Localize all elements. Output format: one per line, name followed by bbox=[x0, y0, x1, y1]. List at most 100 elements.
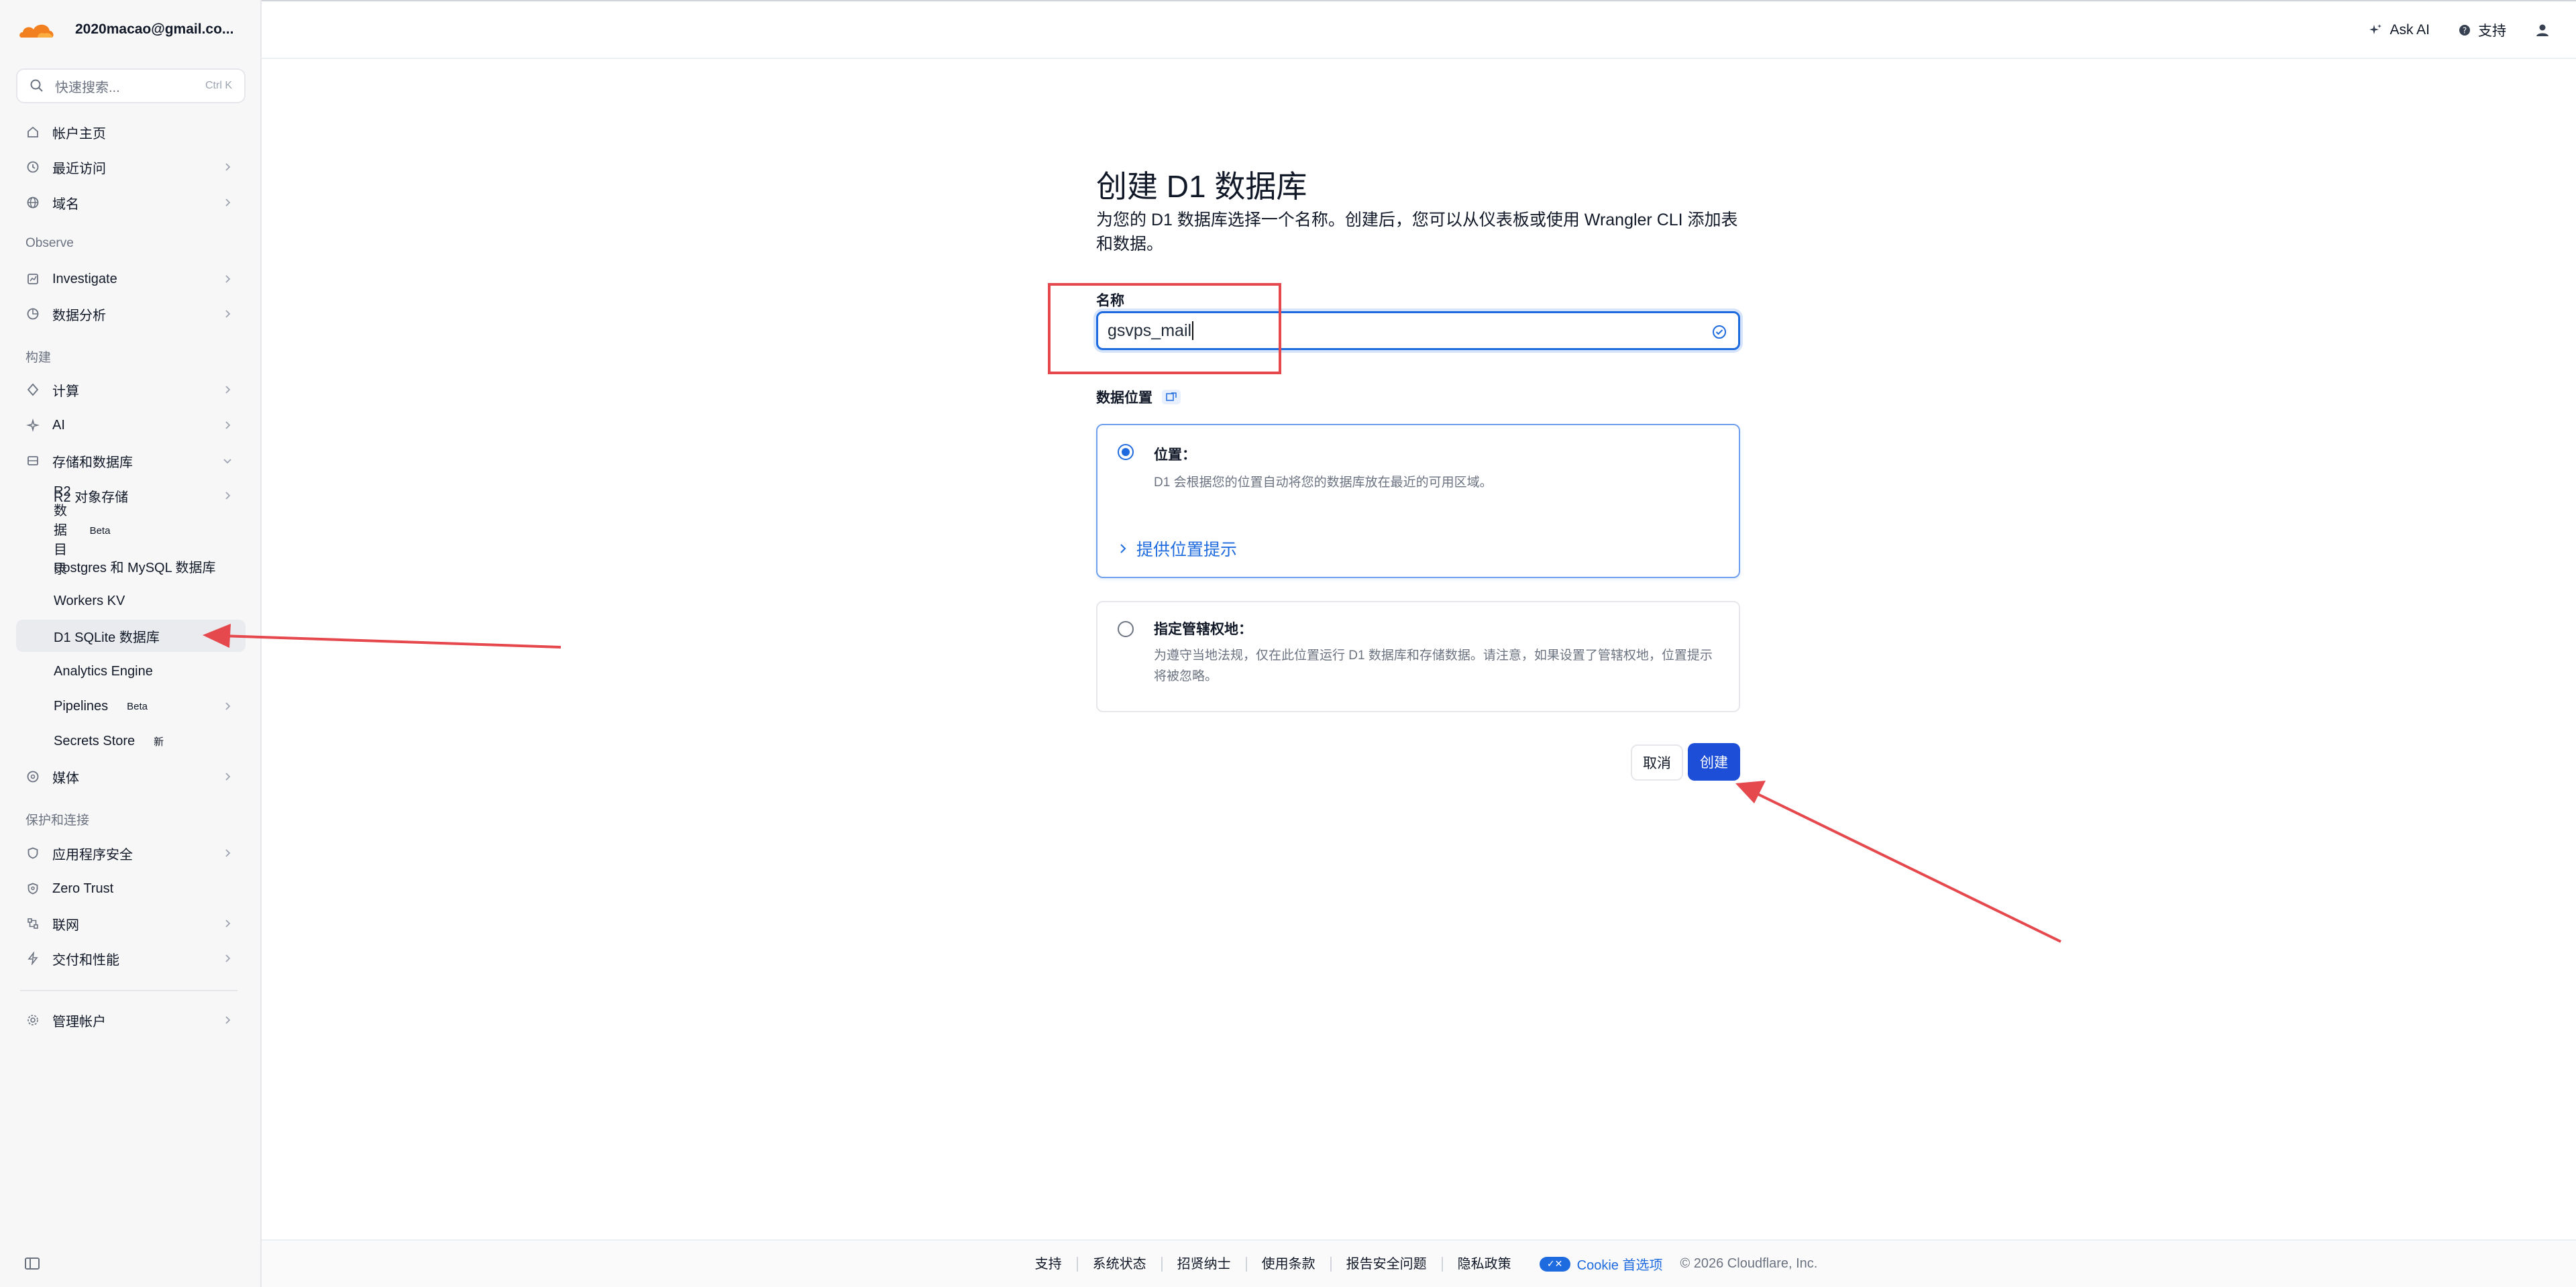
sidebar-item-label: Zero Trust bbox=[52, 881, 114, 896]
footer: 支持 系统状态 招贤纳士 使用条款 报告安全问题 隐私政策 ✓✕ Cookie … bbox=[262, 1239, 2576, 1287]
sidebar-item-label: Investigate bbox=[52, 271, 117, 286]
sidebar-item-r2-catalog[interactable]: R2 数据目录 Beta bbox=[16, 484, 246, 577]
sidebar-item-manage-account[interactable]: 管理帐户 bbox=[16, 1004, 246, 1036]
sidebar-item-label: 存储和数据库 bbox=[52, 455, 133, 470]
chevron-right-icon bbox=[225, 386, 231, 394]
sidebar-item-d1[interactable]: D1 SQLite 数据库 bbox=[16, 620, 246, 652]
sidebar-item-domains[interactable]: 域名 bbox=[16, 186, 246, 219]
sidebar-item-pipelines[interactable]: Pipelines Beta bbox=[16, 690, 246, 722]
footer-link-status[interactable]: 系统状态 bbox=[1078, 1256, 1163, 1272]
sidebar-item-media[interactable]: 媒体 bbox=[16, 761, 246, 793]
sidebar-item-analytics[interactable]: 数据分析 bbox=[16, 298, 246, 330]
sidebar-item-label: Postgres 和 MySQL 数据库 bbox=[54, 560, 216, 575]
sidebar-item-label: 数据分析 bbox=[52, 308, 106, 323]
chevron-right-icon bbox=[225, 492, 231, 500]
sidebar-item-label: 联网 bbox=[52, 917, 79, 933]
svg-text:?: ? bbox=[2463, 26, 2467, 36]
shield-icon bbox=[25, 846, 40, 860]
sidebar-item-zero-trust[interactable]: Zero Trust bbox=[16, 873, 246, 905]
sidebar-item-storage[interactable]: 存储和数据库 bbox=[16, 445, 246, 477]
create-button[interactable]: 创建 bbox=[1688, 743, 1740, 781]
user-avatar-icon[interactable] bbox=[2534, 22, 2551, 38]
chart-icon bbox=[25, 306, 40, 321]
search-input[interactable]: 快速搜索... Ctrl K bbox=[16, 68, 246, 103]
page-title: 创建 D1 数据库 bbox=[1096, 169, 1307, 204]
chevron-right-icon bbox=[225, 773, 231, 781]
chevron-right-icon bbox=[225, 1016, 231, 1024]
sidebar-item-app-security[interactable]: 应用程序安全 bbox=[16, 837, 246, 869]
footer-link-support[interactable]: 支持 bbox=[1020, 1256, 1078, 1272]
page-description: 为您的 D1 数据库选择一个名称。创建后，您可以从仪表板或使用 Wrangler… bbox=[1096, 211, 1738, 254]
jurisdiction-radio[interactable] bbox=[1118, 621, 1134, 637]
sidebar-item-ai[interactable]: AI bbox=[16, 409, 246, 441]
section-build: 构建 bbox=[25, 351, 52, 365]
sidebar-item-label: D1 SQLite 数据库 bbox=[54, 630, 160, 645]
top-bar: Ask AI ? 支持 bbox=[262, 0, 2576, 59]
sidebar-item-compute[interactable]: 计算 bbox=[16, 374, 246, 406]
check-circle-icon bbox=[1713, 325, 1726, 339]
section-protect: 保护和连接 bbox=[25, 814, 90, 828]
investigate-icon bbox=[25, 272, 40, 286]
search-shortcut: Ctrl K bbox=[205, 80, 232, 91]
location-option-card[interactable]: 位置： D1 会根据您的位置自动将您的数据库放在最近的可用区域。 提供位置提示 bbox=[1096, 424, 1740, 578]
external-link-icon[interactable] bbox=[1162, 390, 1181, 404]
sidebar-item-label: 交付和性能 bbox=[52, 952, 119, 968]
sidebar-item-label: 计算 bbox=[52, 384, 79, 399]
chevron-right-icon bbox=[225, 421, 231, 429]
footer-link-security[interactable]: 报告安全问题 bbox=[1332, 1256, 1443, 1272]
bolt-icon bbox=[25, 951, 40, 966]
new-badge: 新 bbox=[154, 736, 164, 748]
search-icon bbox=[30, 79, 43, 92]
footer-link-terms[interactable]: 使用条款 bbox=[1247, 1256, 1332, 1272]
sidebar-divider bbox=[20, 990, 237, 991]
cancel-button[interactable]: 取消 bbox=[1631, 744, 1683, 781]
search-placeholder: 快速搜索... bbox=[55, 80, 120, 95]
location-label: 数据位置 bbox=[1096, 390, 1152, 406]
sidebar-item-postgres-mysql[interactable]: Postgres 和 MySQL 数据库 bbox=[16, 550, 246, 582]
sidebar-item-label: 媒体 bbox=[52, 771, 79, 786]
location-hint-label: 提供位置提示 bbox=[1136, 541, 1238, 559]
sidebar-item-r2-storage[interactable]: R2 对象存储 bbox=[16, 480, 246, 512]
clock-icon bbox=[25, 160, 40, 174]
sidebar-item-label: R2 对象存储 bbox=[54, 490, 129, 505]
footer-link-careers[interactable]: 招贤纳士 bbox=[1163, 1256, 1247, 1272]
chevron-right-icon bbox=[225, 849, 231, 857]
sidebar-item-delivery[interactable]: 交付和性能 bbox=[16, 942, 246, 974]
sidebar-item-analytics-engine[interactable]: Analytics Engine bbox=[16, 655, 246, 687]
sidebar-item-label: Pipelines bbox=[54, 698, 109, 714]
sparkle-icon bbox=[2369, 24, 2382, 34]
sidebar-item-label: Secrets Store bbox=[54, 733, 136, 748]
media-icon bbox=[25, 769, 40, 784]
location-option-desc: D1 会根据您的位置自动将您的数据库放在最近的可用区域。 bbox=[1154, 475, 1493, 490]
chevron-right-icon bbox=[225, 163, 231, 171]
sidebar-item-label: 最近访问 bbox=[52, 161, 106, 176]
cookie-label: Cookie 首选项 bbox=[1576, 1258, 1663, 1273]
compute-icon bbox=[25, 382, 40, 397]
jurisdiction-option-card[interactable]: 指定管辖权地： 为遵守当地法规，仅在此位置运行 D1 数据库和存储数据。请注意，… bbox=[1096, 601, 1740, 712]
beta-badge: Beta bbox=[89, 524, 111, 537]
account-header[interactable]: 2020macao@gmail.co... bbox=[0, 0, 260, 59]
jurisdiction-option-desc: 为遵守当地法规，仅在此位置运行 D1 数据库和存储数据。请注意，如果设置了管辖权… bbox=[1154, 649, 1713, 683]
location-hint-toggle[interactable]: 提供位置提示 bbox=[1118, 537, 1237, 561]
chevron-right-icon bbox=[225, 919, 231, 928]
sidebar-item-account-home[interactable]: 帐户主页 bbox=[16, 116, 246, 148]
jurisdiction-option-title: 指定管辖权地： bbox=[1154, 622, 1252, 637]
sidebar-item-workers-kv[interactable]: Workers KV bbox=[16, 585, 246, 617]
footer-link-privacy[interactable]: 隐私政策 bbox=[1443, 1257, 1526, 1272]
support-button[interactable]: ? 支持 bbox=[2458, 20, 2506, 40]
sidebar-item-label: AI bbox=[52, 417, 65, 433]
globe-icon bbox=[25, 195, 40, 210]
beta-badge: Beta bbox=[127, 700, 148, 712]
sidebar-toggle-icon[interactable] bbox=[24, 1255, 40, 1272]
ask-ai-button[interactable]: Ask AI bbox=[2368, 22, 2430, 38]
home-icon bbox=[25, 125, 40, 139]
sidebar-item-secrets-store[interactable]: Secrets Store 新 bbox=[16, 725, 246, 757]
cloudflare-logo bbox=[19, 24, 54, 38]
location-radio[interactable] bbox=[1118, 444, 1134, 460]
sidebar-item-label: Analytics Engine bbox=[54, 663, 153, 679]
sidebar-item-investigate[interactable]: Investigate bbox=[16, 263, 246, 295]
sidebar-item-network[interactable]: 联网 bbox=[16, 907, 246, 940]
sidebar-item-recent[interactable]: 最近访问 bbox=[16, 151, 246, 183]
cookie-preferences-link[interactable]: ✓✕ Cookie 首选项 bbox=[1526, 1254, 1676, 1274]
gear-icon bbox=[25, 1013, 40, 1027]
